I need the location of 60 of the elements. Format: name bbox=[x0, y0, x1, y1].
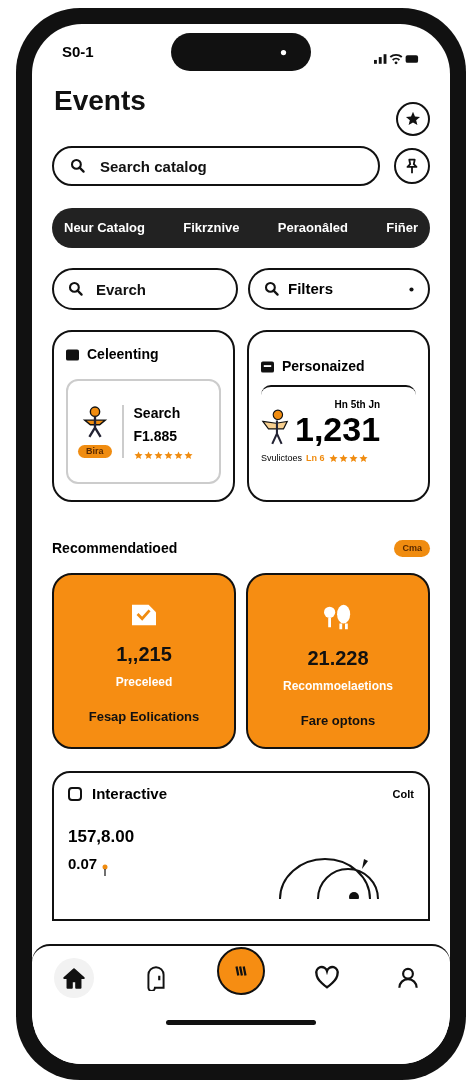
stat-note: Ln 6 bbox=[306, 452, 325, 465]
folder-icon bbox=[66, 348, 79, 361]
square-icon bbox=[68, 787, 82, 802]
star-icon bbox=[173, 451, 183, 460]
star-icon bbox=[143, 451, 153, 460]
stat-value: 1,231 bbox=[295, 412, 381, 446]
card-title: Personaized bbox=[282, 357, 365, 376]
card-title: Interactive bbox=[92, 784, 169, 804]
search-icon bbox=[264, 281, 280, 297]
tile-label: Preceleed bbox=[115, 674, 173, 691]
tag-badge: Bira bbox=[78, 444, 112, 459]
section-badge: Cma bbox=[394, 539, 430, 558]
folder-icon bbox=[261, 360, 274, 373]
person-drawing bbox=[80, 404, 109, 439]
star-icon bbox=[358, 454, 368, 464]
search-icon bbox=[68, 281, 84, 297]
search-field[interactable]: Search catalog bbox=[52, 146, 380, 186]
tile-caption: Fare optons bbox=[300, 712, 376, 730]
star-icon bbox=[153, 451, 163, 460]
star-icon bbox=[183, 451, 193, 460]
status-icons bbox=[374, 52, 420, 66]
tile-value: 1,,215 bbox=[116, 642, 172, 667]
star-button[interactable] bbox=[396, 102, 430, 136]
dropdown-dot-icon bbox=[409, 286, 414, 292]
tile-caption: Fesap Eolications bbox=[88, 708, 200, 726]
status-time: S0-1 bbox=[62, 41, 95, 62]
category-tab[interactable]: Fikrznive bbox=[183, 218, 240, 238]
home-icon[interactable] bbox=[54, 958, 94, 998]
tile-value: 21.228 bbox=[307, 646, 369, 671]
star-icon bbox=[348, 454, 358, 464]
stat-label: Svulictoes bbox=[261, 452, 303, 465]
search-field[interactable]: Evarch bbox=[52, 268, 238, 310]
card-action[interactable]: Colt bbox=[392, 786, 414, 803]
stat-label: Search bbox=[133, 404, 182, 423]
tile-label: Recommoelaetions bbox=[282, 678, 393, 695]
category-tab[interactable]: Fiñer bbox=[386, 218, 418, 238]
stat-tile[interactable]: 1,,215 Preceleed Fesap Eolications bbox=[52, 573, 236, 749]
stat-value: F1.885 bbox=[133, 427, 179, 446]
section-title: Recommendatioed bbox=[52, 539, 178, 558]
pin-button[interactable] bbox=[394, 148, 430, 184]
category-tab[interactable]: Peraonâled bbox=[277, 218, 348, 238]
card-title: Celeenting bbox=[87, 345, 159, 364]
camera-dot-icon bbox=[280, 48, 287, 56]
star-icon bbox=[338, 454, 348, 464]
page-title: Events bbox=[54, 84, 146, 118]
star-icon bbox=[328, 454, 338, 464]
check-note-icon bbox=[130, 603, 158, 627]
star-icon bbox=[133, 451, 143, 460]
search-icon bbox=[70, 158, 86, 174]
amount-sub: 0.07 bbox=[68, 854, 98, 874]
stat-tile[interactable]: 21.228 Recommoelaetions Fare optons bbox=[246, 573, 430, 749]
star-icon bbox=[404, 110, 422, 128]
center-action-button[interactable] bbox=[217, 947, 265, 995]
star-icon bbox=[163, 451, 173, 460]
filters-dropdown[interactable]: Filters bbox=[248, 268, 430, 310]
amount-value: 157,8.00 bbox=[68, 825, 136, 848]
stat-caption: Hn 5th Jn bbox=[334, 398, 381, 412]
person-drawing bbox=[261, 408, 291, 446]
category-tab[interactable]: Neur Catalog bbox=[64, 218, 145, 238]
flower-icon bbox=[101, 863, 110, 876]
